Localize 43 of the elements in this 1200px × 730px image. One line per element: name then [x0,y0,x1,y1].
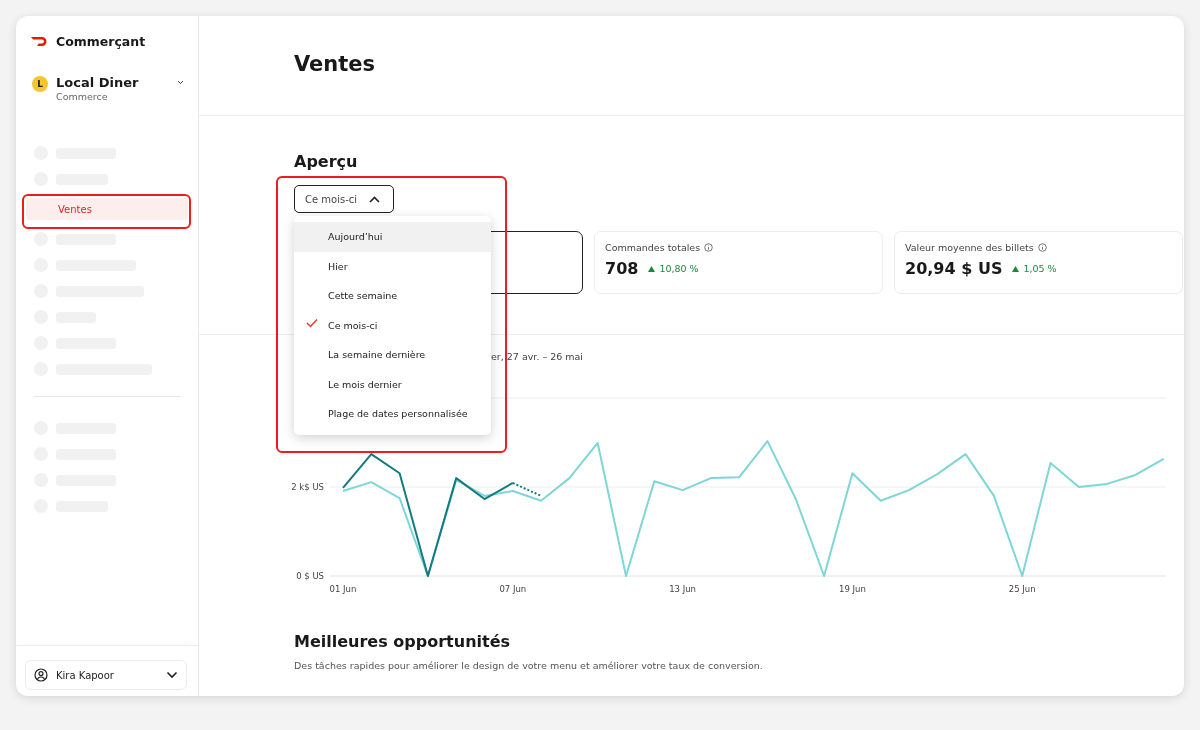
chevron-down-icon [166,671,178,679]
up-triangle-icon [648,265,656,272]
metric-label: Commandes totales [605,242,701,253]
chevron-down-icon[interactable] [177,80,184,85]
y-axis-label: 2 k$ US [291,482,324,492]
metric-label: Valeur moyenne des billets [905,242,1034,253]
menu-item[interactable]: Hier [294,251,491,281]
metric-change: 1,05 % [1023,263,1057,274]
store-avatar: L [32,76,48,92]
metric-change: 10,80 % [659,263,699,274]
period-dropdown[interactable]: Ce mois-ci [294,185,394,213]
brand-name: Commerçant [56,34,146,49]
metric-card[interactable]: Commandes totales 708 10,80 % [594,231,883,294]
metric-card[interactable]: Valeur moyenne des billets 20,94 $ US 1,05 % [894,231,1183,294]
y-axis-label: 0 $ US [296,571,324,581]
user-icon [34,668,48,682]
x-axis-label: 19 Jun [839,584,866,594]
user-menu-button[interactable]: Kira Kapoor [25,660,187,690]
menu-item[interactable]: Ce mois-ci [294,310,491,340]
x-axis-label: 01 Jun [329,584,357,594]
metric-value: 708 [605,259,639,278]
menu-item[interactable]: Cette semaine [294,281,491,311]
store-type: Commerce [56,91,109,102]
menu-item[interactable]: Aujourd’hui [294,222,491,252]
menu-item[interactable]: Plage de dates personnalisée [294,399,491,429]
info-icon [1037,243,1047,252]
check-icon [306,318,318,329]
x-axis-label: 07 Jun [499,584,527,594]
page-title: Ventes [294,52,377,76]
x-axis-label: 25 Jun [1008,584,1036,594]
menu-item[interactable]: La semaine dernière [294,340,491,370]
chevron-up-icon [369,195,381,203]
section-title: Aperçu [294,152,359,171]
nav-link[interactable]: Ventes [26,198,188,220]
date-range-text: er, 27 avr. – 26 mai [491,351,584,362]
section-title: Meilleures opportunités [294,632,512,651]
x-axis-label: 13 Jun [669,584,696,594]
menu-item[interactable]: Le mois dernier [294,369,491,399]
section-subtitle: Des tâches rapides pour améliorer le design de votre menu et améliorer votre taux de conversion. [294,660,764,671]
info-icon [704,243,714,252]
store-name: Local Diner [56,75,140,90]
metric-value: 20,94 $ US [905,259,1003,278]
up-triangle-icon [1012,265,1020,272]
